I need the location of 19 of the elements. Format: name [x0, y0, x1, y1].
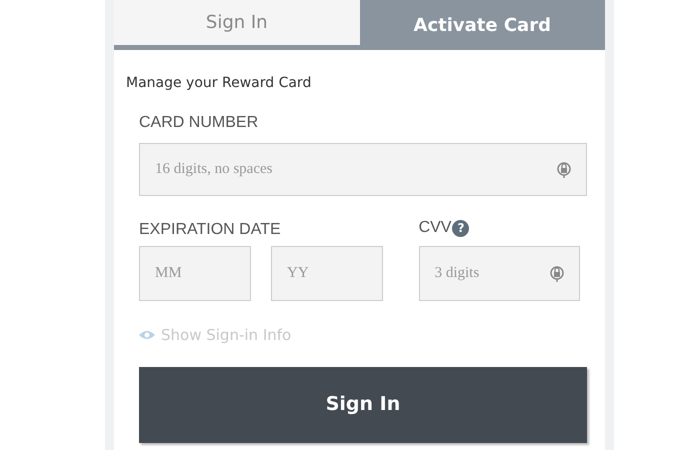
tab[interactable]: Activate Card: [360, 0, 605, 50]
placeholder-text: YY: [287, 264, 309, 284]
field-label: CARD NUMBER: [139, 113, 260, 133]
field-label: EXPIRATION DATE: [139, 220, 282, 238]
input-field[interactable]: MM: [139, 246, 251, 301]
form-heading: Manage your Reward Card: [126, 74, 312, 93]
placeholder-text: 3 digits: [434, 264, 480, 284]
input-field[interactable]: 16 digits, no spaces: [139, 143, 587, 196]
help-icon[interactable]: ?: [452, 220, 470, 236]
tab[interactable]: Sign In: [114, 0, 360, 50]
input-field[interactable]: YY: [271, 246, 383, 301]
placeholder-text: 16 digits, no spaces: [155, 160, 272, 180]
placeholder-text: MM: [155, 264, 182, 284]
eye-icon: [139, 330, 155, 340]
input-field[interactable]: 3 digits: [418, 246, 580, 301]
lock-icon: [550, 264, 564, 282]
field-label: CVV: [418, 218, 452, 238]
sign-in-button[interactable]: Sign In: [139, 366, 587, 442]
lock-icon: [557, 160, 571, 178]
